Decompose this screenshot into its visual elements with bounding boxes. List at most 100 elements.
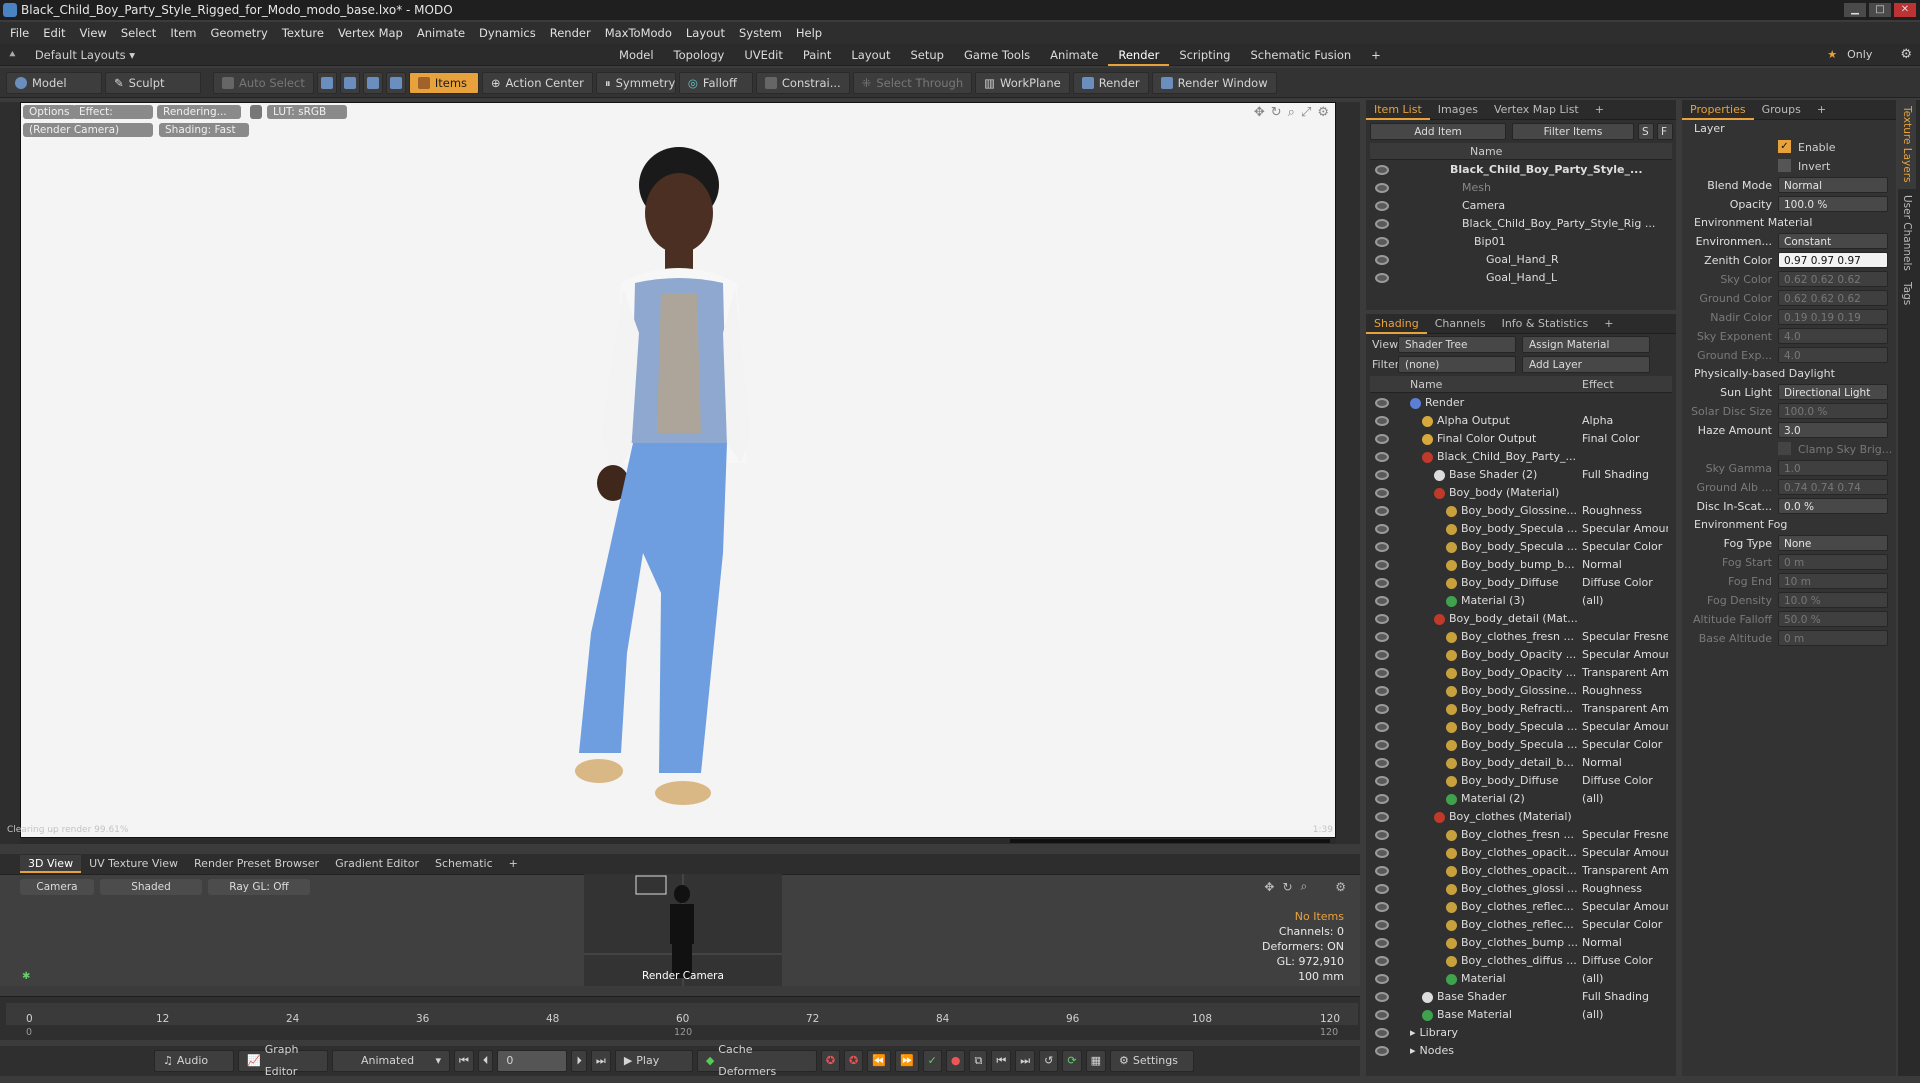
- settings-button[interactable]: ⚙ Settings: [1110, 1050, 1194, 1072]
- viewport-gear-icon[interactable]: ⚙: [1317, 105, 1329, 120]
- tab-model[interactable]: Model: [609, 44, 664, 66]
- shader-layer-effect[interactable]: Specular Fresnel: [1582, 628, 1668, 646]
- visibility-eye-icon[interactable]: [1375, 183, 1389, 193]
- shader-layer-effect[interactable]: (all): [1582, 790, 1668, 808]
- sky-color-field[interactable]: 0.62 0.62 0.62: [1778, 271, 1888, 287]
- visibility-eye-icon[interactable]: [1375, 255, 1389, 265]
- shader-layer-effect[interactable]: Specular Amount: [1582, 520, 1668, 538]
- fog-density-field[interactable]: 10.0 %: [1778, 592, 1888, 608]
- item-list-s-button[interactable]: S: [1638, 123, 1654, 140]
- menu-item[interactable]: Item: [170, 26, 196, 40]
- invert-checkbox[interactable]: [1778, 159, 1791, 172]
- menu-animate[interactable]: Animate: [417, 26, 465, 40]
- menu-select[interactable]: Select: [121, 26, 156, 40]
- clamp-checkbox[interactable]: [1778, 442, 1791, 455]
- shader-layer-effect[interactable]: Roughness: [1582, 502, 1668, 520]
- tab-info-statistics[interactable]: Info & Statistics: [1494, 314, 1597, 334]
- shader-visibility-eye-icon[interactable]: [1375, 434, 1389, 444]
- zenith-color-field[interactable]: 0.97 0.97 0.97: [1778, 252, 1888, 268]
- menu-render[interactable]: Render: [550, 26, 591, 40]
- shader-tree-row[interactable]: Boy_body_Specula ... Specular Color: [1370, 736, 1672, 754]
- ground-color-field[interactable]: 0.62 0.62 0.62: [1778, 290, 1888, 306]
- timeline[interactable]: 0 12 24 36 48 60 72 84 96 108 120 0 120 …: [0, 996, 1360, 1040]
- add-layer-dropdown[interactable]: Add Layer: [1522, 356, 1650, 373]
- falloff-button[interactable]: ◎ Falloff: [678, 71, 753, 94]
- shader-visibility-eye-icon[interactable]: [1375, 560, 1389, 570]
- shader-layer-effect[interactable]: Full Shading: [1582, 988, 1668, 1006]
- item-list-row[interactable]: Bip01: [1370, 233, 1672, 251]
- tab-gradient-editor[interactable]: Gradient Editor: [327, 855, 427, 873]
- render-button[interactable]: Render: [1072, 71, 1149, 94]
- shader-tree-row[interactable]: Boy_body_Glossine... Roughness: [1370, 682, 1672, 700]
- item-list-f-button[interactable]: F: [1657, 123, 1673, 140]
- constraints-button[interactable]: Constrai...: [755, 71, 850, 94]
- shader-layer-effect[interactable]: Specular Amount: [1582, 898, 1668, 916]
- shader-tree-row[interactable]: Boy_body_Opacity ... Transparent Am...: [1370, 664, 1672, 682]
- star-icon[interactable]: ★: [1827, 48, 1837, 61]
- shader-tree-row[interactable]: Boy_body_Specula ... Specular Color: [1370, 538, 1672, 556]
- base-alt-field[interactable]: 0 m: [1778, 630, 1888, 646]
- edge-select-button[interactable]: [339, 71, 360, 94]
- viewport-camera-dropdown[interactable]: (Render Camera): [23, 123, 153, 137]
- tab-topology[interactable]: Topology: [664, 44, 735, 66]
- vtab-texture-layers[interactable]: Texture Layers: [1898, 100, 1916, 189]
- fog-start-field[interactable]: 0 m: [1778, 554, 1888, 570]
- tab-animate[interactable]: Animate: [1040, 44, 1108, 66]
- shader-visibility-eye-icon[interactable]: [1375, 542, 1389, 552]
- tab-shading[interactable]: Shading: [1366, 314, 1427, 334]
- item-list-row[interactable]: Black_Child_Boy_Party_Style_...: [1370, 161, 1672, 179]
- prev-frame-button[interactable]: ⏴: [477, 1050, 494, 1072]
- shader-tree-row[interactable]: Boy_clothes_opacit... Specular Amount: [1370, 844, 1672, 862]
- tab-render-preset-browser[interactable]: Render Preset Browser: [186, 855, 327, 873]
- shader-visibility-eye-icon[interactable]: [1375, 470, 1389, 480]
- render-viewport[interactable]: Options Effect: (Shadi... Rendering... L…: [7, 102, 1336, 838]
- add-view-tab-button[interactable]: +: [501, 855, 526, 873]
- blend-mode-dropdown[interactable]: Normal: [1778, 177, 1888, 193]
- shader-visibility-eye-icon[interactable]: [1375, 398, 1389, 408]
- add-tab-button[interactable]: +: [1361, 44, 1391, 66]
- shader-tree-row[interactable]: Boy_clothes_reflec... Specular Amount: [1370, 898, 1672, 916]
- prev-key-button[interactable]: ⏪: [867, 1050, 891, 1072]
- close-button[interactable]: ✕: [1894, 3, 1916, 17]
- shader-layer-effect[interactable]: Diffuse Color: [1582, 772, 1668, 790]
- shader-visibility-eye-icon[interactable]: [1375, 884, 1389, 894]
- shader-visibility-eye-icon[interactable]: [1375, 956, 1389, 966]
- shader-tree-row[interactable]: Boy_body_Opacity ... Specular Amount: [1370, 646, 1672, 664]
- layout-preset-dropdown[interactable]: Default Layouts ▾: [35, 48, 135, 62]
- item-list-row[interactable]: Goal_Hand_L: [1370, 269, 1672, 287]
- tab-game-tools[interactable]: Game Tools: [954, 44, 1040, 66]
- menu-geometry[interactable]: Geometry: [211, 26, 268, 40]
- shader-visibility-eye-icon[interactable]: [1375, 722, 1389, 732]
- sun-light-dropdown[interactable]: Directional Light: [1778, 384, 1888, 400]
- tab-uvedit[interactable]: UVEdit: [734, 44, 793, 66]
- lower-zoom-icon[interactable]: ⌕: [1301, 879, 1308, 894]
- symmetry-button[interactable]: ⏸ Symmetry: [595, 71, 676, 94]
- shader-visibility-eye-icon[interactable]: [1375, 902, 1389, 912]
- tab-uv-texture-view[interactable]: UV Texture View: [81, 855, 186, 873]
- visibility-eye-icon[interactable]: [1375, 165, 1389, 175]
- shader-tree-row[interactable]: ▸ Library: [1370, 1024, 1672, 1042]
- shader-tree-row[interactable]: Final Color Output Final Color: [1370, 430, 1672, 448]
- shader-tree-row[interactable]: Base Shader (2) Full Shading: [1370, 466, 1672, 484]
- shader-layer-effect[interactable]: Specular Amount: [1582, 844, 1668, 862]
- shader-visibility-eye-icon[interactable]: [1375, 596, 1389, 606]
- menu-layout[interactable]: Layout: [686, 26, 725, 40]
- fog-type-dropdown[interactable]: None: [1778, 535, 1888, 551]
- item-list-row[interactable]: Goal_Hand_R: [1370, 251, 1672, 269]
- shader-tree-row[interactable]: Boy_body_Diffuse Diffuse Color: [1370, 574, 1672, 592]
- next-frame-button[interactable]: ⏵: [571, 1050, 587, 1072]
- add-shading-tab-button[interactable]: +: [1596, 314, 1621, 334]
- shader-layer-effect[interactable]: Roughness: [1582, 880, 1668, 898]
- only-toggle[interactable]: Only: [1847, 48, 1872, 61]
- shader-visibility-eye-icon[interactable]: [1375, 794, 1389, 804]
- pan-icon[interactable]: ✥: [1254, 105, 1265, 120]
- vertex-select-button[interactable]: [316, 71, 337, 94]
- tab-3d-view[interactable]: 3D View: [20, 855, 82, 873]
- shader-visibility-eye-icon[interactable]: [1375, 668, 1389, 678]
- select-through-button[interactable]: ⁜ Select Through: [852, 71, 973, 94]
- shader-visibility-eye-icon[interactable]: [1375, 920, 1389, 930]
- go-to-end-button[interactable]: ⏭: [590, 1050, 611, 1072]
- tab-render[interactable]: Render: [1108, 44, 1170, 66]
- shader-visibility-eye-icon[interactable]: [1375, 650, 1389, 660]
- play-button[interactable]: ▶ Play: [614, 1050, 693, 1072]
